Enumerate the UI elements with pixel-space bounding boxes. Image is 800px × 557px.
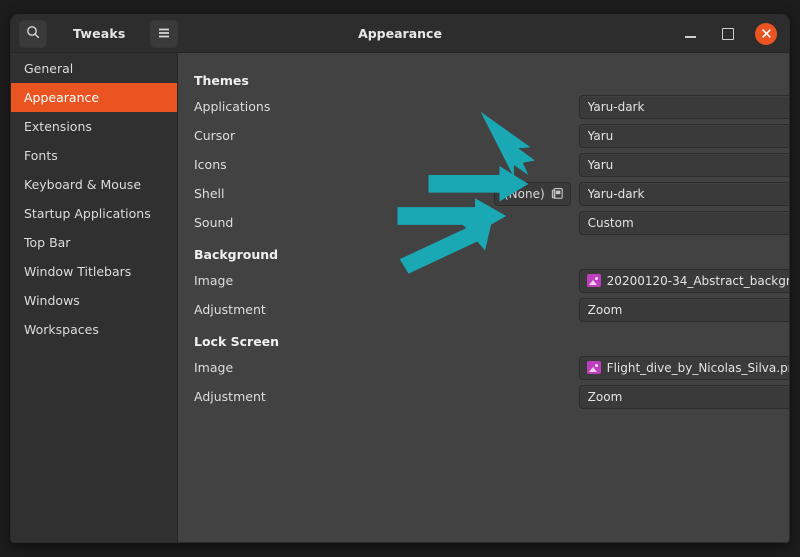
- control-wrap: (None) Yaru-dark: [494, 182, 790, 206]
- control-wrap: Yaru: [579, 124, 790, 148]
- sidebar-item-label: Extensions: [24, 119, 92, 134]
- sidebar-item-label: Window Titlebars: [24, 264, 131, 279]
- control-wrap: Custom: [579, 211, 790, 235]
- sidebar-item-label: Keyboard & Mouse: [24, 177, 141, 192]
- lockscreen-adjustment-dropdown[interactable]: Zoom: [579, 385, 790, 409]
- row-background-adjustment: Adjustment Zoom: [194, 295, 790, 324]
- row-sound: Sound Custom: [194, 208, 790, 237]
- row-label-lockscreen-adjustment: Adjustment: [194, 389, 494, 404]
- background-heading: Background: [194, 243, 790, 266]
- lockscreen-adjustment-value: Zoom: [588, 390, 790, 404]
- control-wrap: Zoom: [579, 298, 790, 322]
- control-wrap: Zoom: [579, 385, 790, 409]
- sidebar-item-workspaces[interactable]: Workspaces: [11, 315, 177, 344]
- file-chooser-icon: [551, 187, 565, 200]
- app-title: Tweaks: [73, 26, 126, 41]
- row-label-sound: Sound: [194, 215, 494, 230]
- row-shell: Shell (None) Yaru-dark: [194, 179, 790, 208]
- control-wrap: Flight_dive_by_Nicolas_Silva.png: [579, 356, 790, 380]
- sidebar-item-general[interactable]: General: [11, 54, 177, 83]
- row-background-image: Image 20200120-34_Abstract_background.jp…: [194, 266, 790, 295]
- row-label-applications: Applications: [194, 99, 494, 114]
- minimize-button[interactable]: [679, 23, 701, 45]
- row-icons: Icons Yaru: [194, 150, 790, 179]
- row-lockscreen-adjustment: Adjustment Zoom: [194, 382, 790, 411]
- applications-theme-value: Yaru-dark: [588, 100, 790, 114]
- row-label-cursor: Cursor: [194, 128, 494, 143]
- sidebar-item-label: Startup Applications: [24, 206, 151, 221]
- window-controls: [679, 23, 781, 45]
- sidebar-item-fonts[interactable]: Fonts: [11, 141, 177, 170]
- lock-screen-heading: Lock Screen: [194, 330, 790, 353]
- shell-theme-dropdown[interactable]: Yaru-dark: [579, 182, 790, 206]
- icons-theme-dropdown[interactable]: Yaru: [579, 153, 790, 177]
- tweaks-window: Tweaks Appearance: [10, 14, 790, 543]
- sidebar-item-extensions[interactable]: Extensions: [11, 112, 177, 141]
- row-label-lockscreen-image: Image: [194, 360, 494, 375]
- row-applications: Applications Yaru-dark: [194, 92, 790, 121]
- background-image-file-button[interactable]: 20200120-34_Abstract_background.jpg: [579, 269, 790, 293]
- row-label-background-image: Image: [194, 273, 494, 288]
- shell-theme-value: Yaru-dark: [588, 187, 790, 201]
- lockscreen-image-file-button[interactable]: Flight_dive_by_Nicolas_Silva.png: [579, 356, 790, 380]
- content-pane: Themes Applications Yaru-dark Cursor Yar…: [178, 53, 790, 542]
- hamburger-menu-icon: [157, 24, 171, 43]
- search-button[interactable]: [19, 20, 47, 48]
- icons-theme-value: Yaru: [588, 158, 790, 172]
- image-file-icon: [587, 361, 601, 374]
- row-label-icons: Icons: [194, 157, 494, 172]
- sidebar-item-label: General: [24, 61, 73, 76]
- image-file-icon: [587, 274, 601, 287]
- hamburger-menu-button[interactable]: [150, 20, 178, 48]
- sidebar: General Appearance Extensions Fonts Keyb…: [11, 53, 178, 542]
- sidebar-item-label: Fonts: [24, 148, 58, 163]
- sidebar-item-top-bar[interactable]: Top Bar: [11, 228, 177, 257]
- shell-theme-file-value: (None): [504, 187, 545, 201]
- maximize-button[interactable]: [717, 23, 739, 45]
- applications-theme-dropdown[interactable]: Yaru-dark: [579, 95, 790, 119]
- control-wrap: 20200120-34_Abstract_background.jpg: [579, 269, 790, 293]
- sound-theme-dropdown[interactable]: Custom: [579, 211, 790, 235]
- control-wrap: Yaru-dark: [579, 95, 790, 119]
- sidebar-item-label: Top Bar: [24, 235, 70, 250]
- row-label-shell: Shell: [194, 186, 494, 201]
- sidebar-item-label: Workspaces: [24, 322, 99, 337]
- sidebar-item-label: Appearance: [24, 90, 99, 105]
- themes-heading: Themes: [194, 69, 790, 92]
- sidebar-item-windows[interactable]: Windows: [11, 286, 177, 315]
- sidebar-item-keyboard-mouse[interactable]: Keyboard & Mouse: [11, 170, 177, 199]
- sidebar-item-startup-applications[interactable]: Startup Applications: [11, 199, 177, 228]
- background-adjustment-dropdown[interactable]: Zoom: [579, 298, 790, 322]
- sidebar-item-appearance[interactable]: Appearance: [11, 83, 177, 112]
- search-icon: [26, 24, 40, 43]
- sound-theme-value: Custom: [588, 216, 790, 230]
- shell-theme-file-button[interactable]: (None): [494, 182, 571, 206]
- background-adjustment-value: Zoom: [588, 303, 790, 317]
- title-bar: Tweaks Appearance: [11, 15, 789, 53]
- control-wrap: Yaru: [579, 153, 790, 177]
- close-button[interactable]: [755, 23, 777, 45]
- close-icon: [761, 28, 772, 39]
- sidebar-item-window-titlebars[interactable]: Window Titlebars: [11, 257, 177, 286]
- lockscreen-image-value: Flight_dive_by_Nicolas_Silva.png: [607, 361, 790, 375]
- window-body: General Appearance Extensions Fonts Keyb…: [11, 53, 789, 542]
- window-title: Appearance: [11, 26, 789, 41]
- sidebar-item-label: Windows: [24, 293, 80, 308]
- background-image-value: 20200120-34_Abstract_background.jpg: [607, 274, 790, 288]
- cursor-theme-value: Yaru: [588, 129, 790, 143]
- row-cursor: Cursor Yaru: [194, 121, 790, 150]
- row-label-background-adjustment: Adjustment: [194, 302, 494, 317]
- cursor-theme-dropdown[interactable]: Yaru: [579, 124, 790, 148]
- row-lockscreen-image: Image Flight_dive_by_Nicolas_Silva.png: [194, 353, 790, 382]
